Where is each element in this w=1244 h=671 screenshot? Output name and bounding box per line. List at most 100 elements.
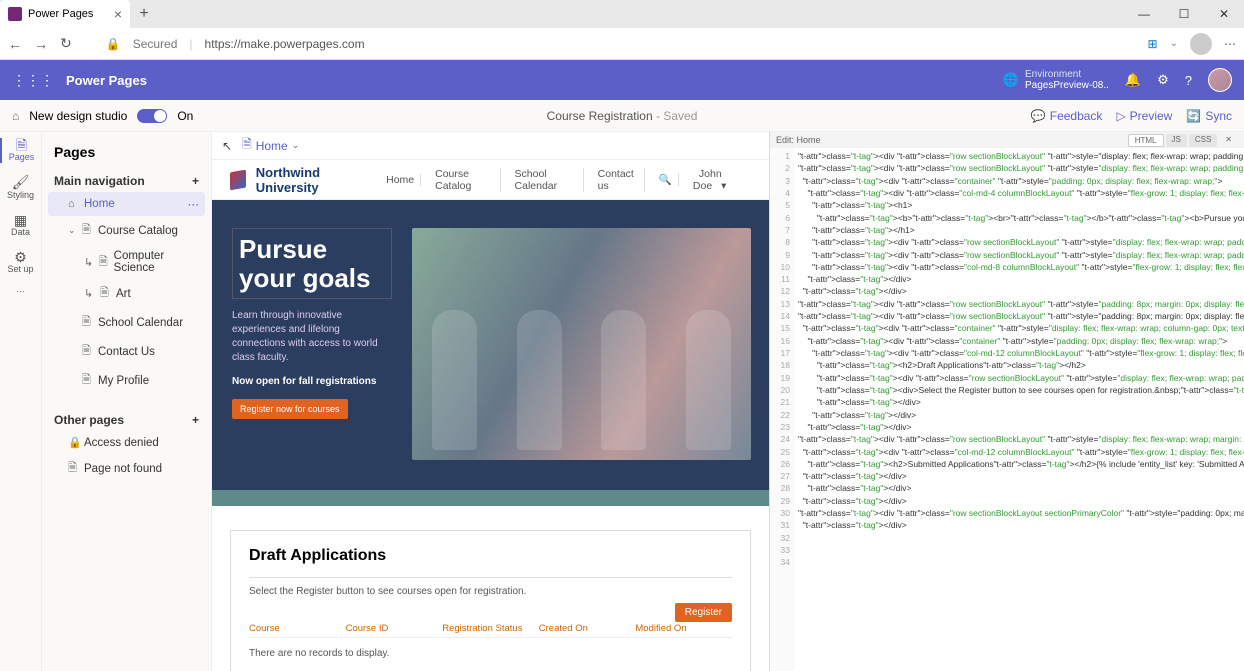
close-window-button[interactable]: ✕: [1204, 7, 1244, 21]
nav-school-calendar[interactable]: School Calendar: [509, 168, 584, 192]
canvas-toolbar: ↖ 🗎 Home ⌄: [212, 132, 769, 160]
code-editor-body[interactable]: 1234567891011121314151617181920212223242…: [770, 148, 1244, 671]
tree-my-profile[interactable]: 🗎My Profile: [48, 366, 205, 395]
rail-data[interactable]: ▦Data: [11, 213, 30, 238]
tree-home[interactable]: ⌂Home⋯: [48, 192, 205, 216]
site-preview: Northwind University Home Course Catalog…: [212, 160, 769, 671]
browser-profile-avatar[interactable]: [1190, 33, 1212, 55]
code-lines[interactable]: "t-attr">class="t-tag"><div "t-attr">cla…: [794, 148, 1244, 671]
site-nav: Home Course Catalog School Calendar Cont…: [380, 168, 751, 192]
code-tab-css[interactable]: CSS: [1189, 134, 1217, 147]
hero-section: Pursueyour goals Learn through innovativ…: [212, 200, 769, 490]
tree-computer-science[interactable]: ↳🗎Computer Science: [48, 245, 205, 279]
tree-art[interactable]: ↳🗎Art: [48, 279, 205, 308]
secured-label: Secured: [133, 37, 178, 51]
page-icon: 🗎: [82, 313, 94, 332]
dropdown-icon[interactable]: ⌄: [1170, 38, 1178, 49]
code-tab-html[interactable]: HTML: [1128, 134, 1164, 147]
minimize-button[interactable]: —: [1124, 7, 1164, 21]
browser-titlebar: Power Pages × + — ☐ ✕: [0, 0, 1244, 28]
notifications-icon[interactable]: 🔔: [1125, 72, 1141, 88]
collections-icon[interactable]: ⊞: [1148, 37, 1158, 51]
forward-button[interactable]: →: [34, 36, 48, 52]
app-header: ⋮⋮⋮ Power Pages 🌐 Environment PagesPrevi…: [0, 60, 1244, 100]
code-editor-panel: Edit: Home HTML JS CSS ✕ 123456789101112…: [769, 132, 1244, 671]
rail-styling[interactable]: 🖌Styling: [7, 175, 34, 200]
lock-icon: 🔒: [106, 37, 121, 51]
page-icon: 🗎: [82, 221, 94, 240]
help-icon[interactable]: ?: [1185, 73, 1192, 88]
tree-page-not-found[interactable]: 🗎Page not found: [48, 454, 205, 483]
hero-title: Pursueyour goals: [239, 235, 385, 292]
tree-school-calendar[interactable]: 🗎School Calendar: [48, 308, 205, 337]
page-icon: 🗎: [82, 371, 94, 390]
canvas-content[interactable]: Northwind University Home Course Catalog…: [212, 160, 769, 671]
register-button[interactable]: Register: [675, 603, 732, 622]
window-controls: — ☐ ✕: [1124, 7, 1244, 21]
home-icon: ⌂: [68, 198, 80, 210]
code-editor-title: Edit: Home: [776, 135, 821, 145]
code-tab-js[interactable]: JS: [1166, 134, 1187, 147]
new-tab-button[interactable]: +: [130, 5, 158, 23]
main-nav-header: Main navigation +: [48, 170, 205, 192]
user-avatar[interactable]: [1208, 68, 1232, 92]
no-records-message: There are no records to display.: [249, 648, 732, 659]
add-page-button[interactable]: +: [192, 174, 199, 188]
search-icon[interactable]: 🔍: [653, 173, 679, 186]
nav-course-catalog[interactable]: Course Catalog: [429, 168, 500, 192]
draft-title: Draft Applications: [249, 547, 732, 565]
nav-home[interactable]: Home: [380, 174, 421, 186]
browser-tab[interactable]: Power Pages ×: [0, 0, 130, 28]
url-input[interactable]: [205, 37, 1136, 51]
settings-icon[interactable]: ⚙: [1157, 72, 1169, 88]
hero-body: Learn through innovative experiences and…: [232, 309, 392, 365]
hero-cta-button[interactable]: Register now for courses: [232, 399, 348, 419]
breadcrumb-home[interactable]: 🗎 Home ⌄: [242, 135, 299, 156]
nav-contact-us[interactable]: Contact us: [592, 168, 645, 192]
app-launcher-icon[interactable]: ⋮⋮⋮: [12, 72, 54, 89]
tree-course-catalog[interactable]: ⌄🗎Course Catalog: [48, 216, 205, 245]
user-menu[interactable]: John Doe ▾: [687, 168, 751, 192]
refresh-button[interactable]: ↻: [60, 35, 72, 52]
close-code-panel-icon[interactable]: ✕: [1219, 134, 1238, 147]
sync-button[interactable]: 🔄 Sync: [1186, 109, 1232, 123]
browser-menu-icon[interactable]: ⋯: [1224, 37, 1236, 51]
add-other-page-button[interactable]: +: [192, 413, 199, 427]
left-rail: 🗎Pages 🖌Styling ▦Data ⚙Set up ···: [0, 132, 42, 671]
lock-icon: 🔒: [68, 436, 80, 449]
chevron-down-icon[interactable]: ⌄: [68, 225, 78, 236]
maximize-button[interactable]: ☐: [1164, 7, 1204, 21]
table-header: Course Course ID Registration Status Cre…: [249, 623, 732, 638]
tab-title: Power Pages: [28, 8, 93, 20]
app-name: Power Pages: [66, 73, 147, 88]
other-pages-header: Other pages +: [48, 409, 205, 431]
environment-picker[interactable]: Environment PagesPreview-08..: [1025, 69, 1109, 91]
divider-strip: [212, 490, 769, 506]
subpage-icon: ↳: [84, 256, 95, 269]
page-icon: 🗎: [99, 253, 110, 272]
rail-pages[interactable]: 🗎Pages: [0, 138, 41, 163]
url-bar: ← → ↻ 🔒 Secured | ⊞ ⌄ ⋯: [0, 28, 1244, 60]
preview-button[interactable]: ▷ Preview: [1116, 109, 1172, 123]
tree-contact-us[interactable]: 🗎Contact Us: [48, 337, 205, 366]
tree-access-denied[interactable]: 🔒Access denied: [48, 431, 205, 454]
pages-panel-title: Pages: [48, 140, 205, 170]
chevron-down-icon[interactable]: ⌄: [292, 140, 300, 151]
favicon-icon: [8, 7, 22, 21]
home-icon[interactable]: ⌂: [12, 109, 19, 123]
page-icon: 🗎: [68, 459, 80, 478]
site-header: Northwind University Home Course Catalog…: [212, 160, 769, 200]
site-name: Northwind University: [256, 165, 370, 195]
close-tab-icon[interactable]: ×: [114, 6, 122, 22]
tree-item-menu-icon[interactable]: ⋯: [188, 197, 200, 211]
back-button[interactable]: ←: [8, 36, 22, 52]
line-gutter: 1234567891011121314151617181920212223242…: [770, 148, 794, 671]
selector-icon[interactable]: ↖: [222, 139, 232, 153]
page-icon: 🗎: [82, 342, 94, 361]
rail-more[interactable]: ···: [16, 287, 25, 297]
rail-setup[interactable]: ⚙Set up: [7, 250, 33, 275]
hero-text-card[interactable]: Pursueyour goals: [232, 228, 392, 299]
toggle-state: On: [177, 109, 193, 123]
design-studio-toggle[interactable]: [137, 109, 167, 123]
feedback-button[interactable]: 💬 Feedback: [1031, 109, 1103, 123]
